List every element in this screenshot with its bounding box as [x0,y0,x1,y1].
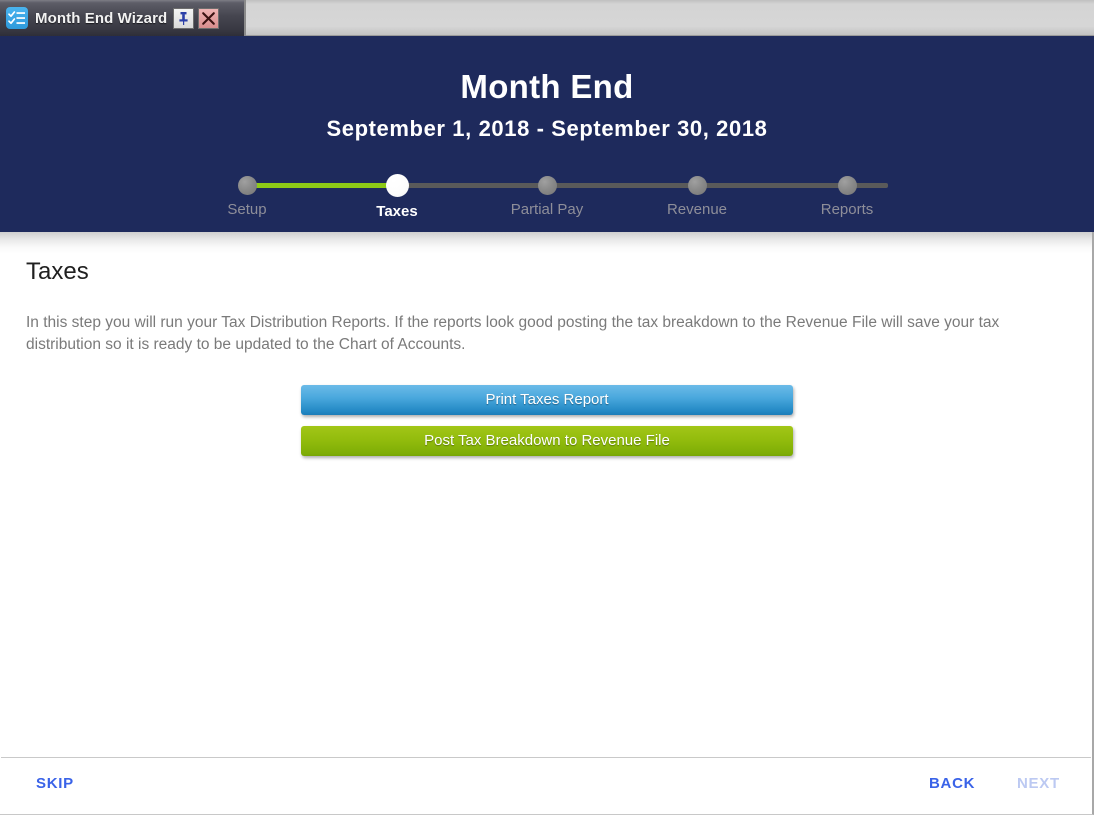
checklist-icon [6,7,28,29]
window-tab-strip: Month End Wizard [0,0,1094,36]
step-label-partial-pay: Partial Pay [510,201,584,218]
tab-title: Month End Wizard [35,9,168,27]
step-dot-reports [837,176,857,195]
wizard-stepper: Setup Taxes Partial Pay Revenue Reports [206,157,888,221]
step-label-setup: Setup [227,201,267,218]
tab-strip-inner: Month End Wizard [0,0,1094,36]
pushpin-icon[interactable] [173,7,195,29]
back-button[interactable]: BACK [929,775,975,792]
wizard-header: Month End September 1, 2018 - September … [0,36,1094,232]
step-dot-taxes [385,174,409,197]
tab-month-end-wizard[interactable]: Month End Wizard [0,0,246,36]
step-revenue[interactable]: Revenue [622,157,772,218]
step-dot-setup [237,176,257,195]
section-description: In this step you will run your Tax Distr… [26,314,1000,353]
close-x-icon[interactable] [198,7,220,29]
page-title: Month End [460,68,634,105]
step-dot-partial-pay [537,176,557,195]
step-partial-pay[interactable]: Partial Pay [472,157,622,218]
step-reports[interactable]: Reports [772,157,922,218]
next-button: NEXT [1017,775,1060,792]
step-label-reports: Reports [820,201,874,218]
section-title: Taxes [26,258,89,285]
skip-button[interactable]: SKIP [36,775,74,792]
step-taxes[interactable]: Taxes [322,157,472,220]
post-tax-breakdown-button[interactable]: Post Tax Breakdown to Revenue File [301,426,793,456]
content-panel: Taxes In this step you will run your Tax… [0,232,1094,815]
step-setup[interactable]: Setup [172,157,322,218]
date-range-label: September 1, 2018 - September 30, 2018 [326,116,768,141]
print-taxes-report-button[interactable]: Print Taxes Report [301,385,793,415]
step-dot-revenue [687,176,707,195]
step-label-taxes: Taxes [376,203,418,220]
step-label-revenue: Revenue [666,201,728,218]
panel-top-shadow [0,232,1092,254]
wizard-footer: SKIP BACK NEXT [0,758,1094,815]
action-button-group: Print Taxes Report Post Tax Breakdown to… [301,385,793,456]
